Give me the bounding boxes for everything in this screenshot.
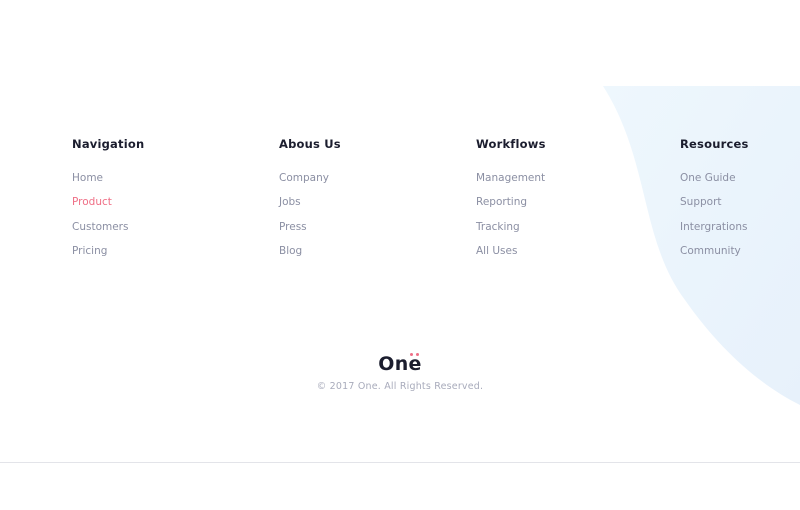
link-product[interactable]: Product — [72, 196, 144, 209]
link-reporting[interactable]: Reporting — [476, 196, 546, 209]
link-press[interactable]: Press — [279, 221, 341, 234]
footer-columns: Navigation Home Product Customers Pricin… — [0, 137, 800, 277]
logo-text: One — [378, 353, 422, 375]
link-support[interactable]: Support — [680, 196, 749, 209]
link-list: Management Reporting Tracking All Uses — [476, 172, 546, 258]
footer-column-about: Abous Us Company Jobs Press Blog — [279, 137, 341, 269]
column-heading: Resources — [680, 137, 749, 151]
column-heading: Abous Us — [279, 137, 341, 151]
column-heading: Workflows — [476, 137, 546, 151]
link-management[interactable]: Management — [476, 172, 546, 185]
link-list: Company Jobs Press Blog — [279, 172, 341, 258]
divider — [0, 462, 800, 463]
link-jobs[interactable]: Jobs — [279, 196, 341, 209]
link-pricing[interactable]: Pricing — [72, 245, 144, 258]
footer-column-workflows: Workflows Management Reporting Tracking … — [476, 137, 546, 269]
link-company[interactable]: Company — [279, 172, 341, 185]
logo[interactable]: One — [378, 352, 421, 376]
link-community[interactable]: Community — [680, 245, 749, 258]
footer-column-resources: Resources One Guide Support Intergration… — [680, 137, 749, 269]
link-integrations[interactable]: Intergrations — [680, 221, 749, 234]
link-home[interactable]: Home — [72, 172, 144, 185]
column-heading: Navigation — [72, 137, 145, 151]
link-list: One Guide Support Intergrations Communit… — [680, 172, 749, 258]
logo-dots-icon — [409, 353, 419, 356]
link-all-uses[interactable]: All Uses — [476, 245, 546, 258]
link-customers[interactable]: Customers — [72, 221, 144, 234]
footer-column-navigation: Navigation Home Product Customers Pricin… — [72, 137, 144, 269]
link-list: Home Product Customers Pricing — [72, 172, 144, 258]
link-blog[interactable]: Blog — [279, 245, 341, 258]
link-one-guide[interactable]: One Guide — [680, 172, 749, 185]
footer-brand: One © 2017 One. All Rights Reserved. — [0, 352, 800, 393]
footer-section: Navigation Home Product Customers Pricin… — [0, 0, 800, 510]
link-tracking[interactable]: Tracking — [476, 221, 546, 234]
copyright-text: © 2017 One. All Rights Reserved. — [316, 381, 484, 392]
